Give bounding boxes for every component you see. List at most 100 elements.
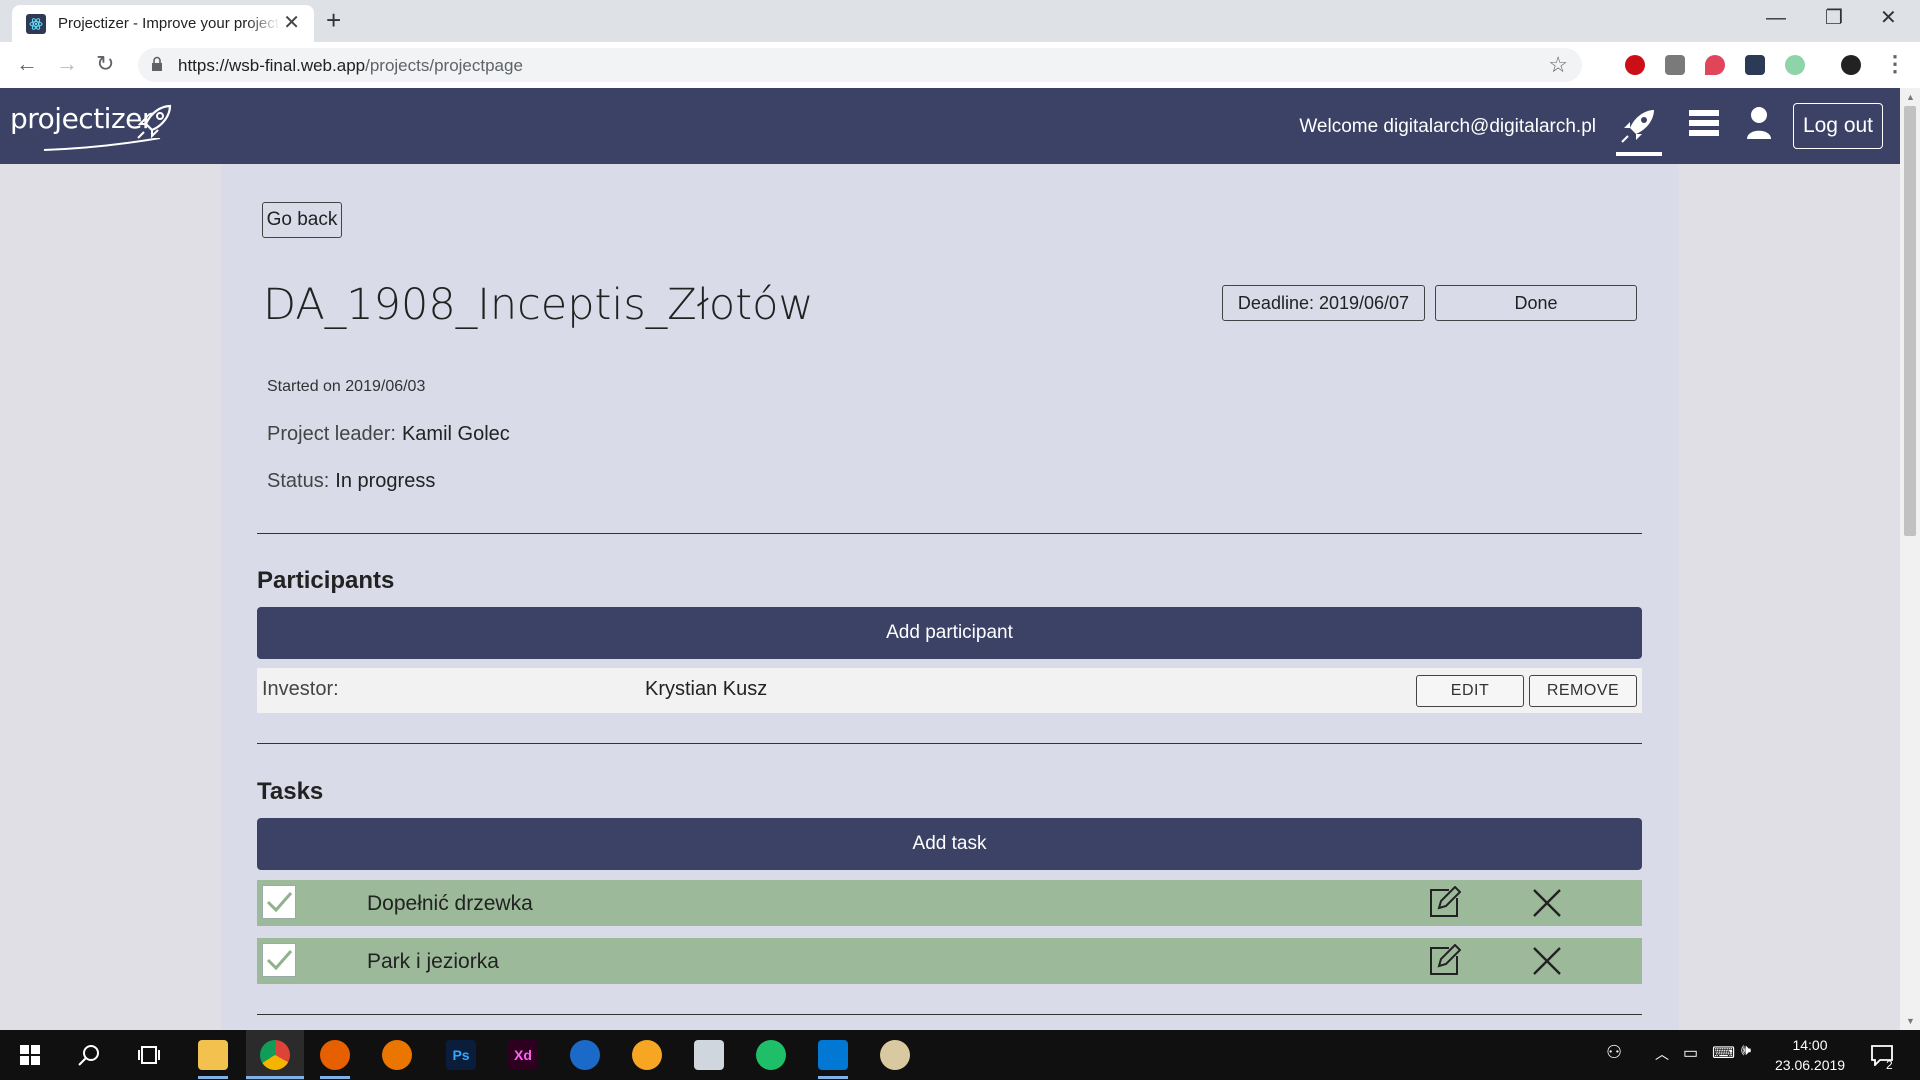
page-margin-right [1679,164,1900,1030]
running-indicator [320,1076,350,1079]
adobe-xd-icon[interactable]: Xd [508,1040,538,1070]
tab-close-icon[interactable]: ✕ [283,13,300,33]
add-task-button[interactable]: Add task [257,818,1642,870]
shield-extension-icon[interactable] [1705,55,1725,75]
logo-rocket-icon [137,104,172,139]
back-icon[interactable]: ← [16,51,38,77]
file-explorer-icon[interactable] [198,1040,228,1070]
welcome-text: Welcome digitalarch@digitalarch.pl [1299,116,1596,137]
participant-role: Investor: [262,678,339,700]
clock-date: 23.06.2019 [1775,1057,1846,1073]
forward-icon[interactable]: → [56,51,78,77]
people-icon[interactable]: ⚇ [1606,1042,1622,1063]
delete-task-icon[interactable] [1532,888,1562,918]
tasks-title: Tasks [257,778,324,805]
go-back-button[interactable]: Go back [262,202,342,238]
divider [257,533,1642,534]
network-icon[interactable]: ⌨ [1712,1043,1735,1063]
scrollbar-thumb[interactable] [1904,106,1916,536]
logo-swoosh-icon [43,138,161,151]
vscode-icon[interactable] [818,1040,848,1070]
react-favicon-icon [26,13,46,34]
new-tab-icon[interactable]: + [326,6,341,34]
app-logo[interactable]: projectizer [10,102,153,135]
task-row: Park i jeziorka [257,938,1642,984]
checkmark-icon [266,950,293,971]
volume-icon[interactable]: 🕪 [1741,1042,1751,1060]
search-icon[interactable] [78,1044,100,1066]
divider [257,743,1642,744]
url-text: https://wsb-final.web.app/projects/proje… [178,56,523,75]
running-indicator [246,1076,304,1079]
browser-menu-icon[interactable]: ⋮ [1884,51,1906,77]
browser-toolbar: ← → ↻ https://wsb-final.web.app/projects… [0,42,1920,89]
app-icon[interactable] [694,1040,724,1070]
edit-task-icon[interactable] [1427,944,1461,978]
status-row: Status: In progress [267,470,435,493]
task-row: Dopełnić drzewka [257,880,1642,926]
project-leader-label: Project leader: [267,423,396,445]
restore-icon[interactable]: ❐ [1825,6,1843,30]
rocket-icon[interactable] [1620,106,1658,144]
list-icon[interactable] [1688,106,1720,140]
status-value: In progress [335,470,436,492]
bookmark-star-icon[interactable]: ☆ [1548,52,1568,78]
fl-studio-icon[interactable] [632,1040,662,1070]
reload-icon[interactable]: ↻ [96,51,114,77]
photoshop-icon[interactable]: Ps [446,1040,476,1070]
extension-icon[interactable] [1665,55,1685,75]
status-label: Status: [267,470,330,492]
extension-circle-icon[interactable] [1785,55,1805,75]
running-indicator [198,1076,228,1079]
edit-task-icon[interactable] [1427,886,1461,920]
task-checkbox[interactable] [262,943,296,977]
project-leader-value: Kamil Golec [401,423,510,445]
opera-extension-icon[interactable] [1625,55,1645,75]
deadline-button[interactable]: Deadline: 2019/06/07 [1222,285,1425,321]
divider [257,1014,1642,1015]
messenger-app-icon[interactable] [756,1040,786,1070]
browser-tab[interactable]: Projectizer - Improve your projects ✕ [12,5,314,42]
page-scrollbar[interactable]: ▲ ▼ [1900,88,1920,1030]
participant-name: Krystian Kusz [645,678,768,700]
running-indicator [818,1076,848,1079]
system-clock[interactable]: 14:00 23.06.2019 [1775,1035,1845,1075]
edit-participant-button[interactable]: EDIT [1416,675,1524,707]
windows-taskbar: Ps Xd ⚇ ︿ ▭ ⌨ 🕪 14:00 23.06.2019 2 [0,1030,1920,1080]
user-icon[interactable] [1746,106,1772,140]
notification-count: 2 [1886,1058,1893,1072]
checkmark-icon [266,892,293,913]
paint-app-icon[interactable] [880,1040,910,1070]
task-text: Park i jeziorka [367,950,499,973]
battery-icon[interactable]: ▭ [1683,1043,1698,1063]
add-participant-button[interactable]: Add participant [257,607,1642,659]
firefox-icon[interactable] [320,1040,350,1070]
project-title: DA_1908_Inceptis_Złotów [263,280,814,330]
minimize-icon[interactable]: — [1766,6,1786,30]
done-button[interactable]: Done [1435,285,1637,321]
tray-chevron-icon[interactable]: ︿ [1655,1044,1669,1064]
windows-start-icon[interactable] [20,1045,40,1065]
tab-title: Projectizer - Improve your projects [58,15,280,32]
participants-title: Participants [257,567,395,594]
lock-icon [152,56,162,71]
task-view-icon[interactable] [138,1045,160,1065]
logout-button[interactable]: Log out [1793,103,1883,149]
chrome-icon[interactable] [260,1040,290,1070]
page-margin-left [0,164,221,1030]
task-checkbox[interactable] [262,885,296,919]
project-leader-row: Project leader: Kamil Golec [267,423,510,446]
delete-task-icon[interactable] [1532,946,1562,976]
scroll-down-icon[interactable]: ▼ [1906,1016,1915,1026]
profile-avatar-icon[interactable] [1841,55,1861,75]
blender-icon[interactable] [382,1040,412,1070]
participant-row: Investor: Krystian Kusz EDIT REMOVE [257,668,1642,713]
scroll-up-icon[interactable]: ▲ [1906,92,1915,102]
remove-participant-button[interactable]: REMOVE [1529,675,1637,707]
react-devtools-icon[interactable] [1745,55,1765,75]
task-text: Dopełnić drzewka [367,892,533,915]
audio-app-icon[interactable] [570,1040,600,1070]
window-close-icon[interactable]: ✕ [1880,6,1897,30]
clock-time: 14:00 [1792,1037,1828,1053]
address-bar[interactable]: https://wsb-final.web.app/projects/proje… [138,48,1582,82]
